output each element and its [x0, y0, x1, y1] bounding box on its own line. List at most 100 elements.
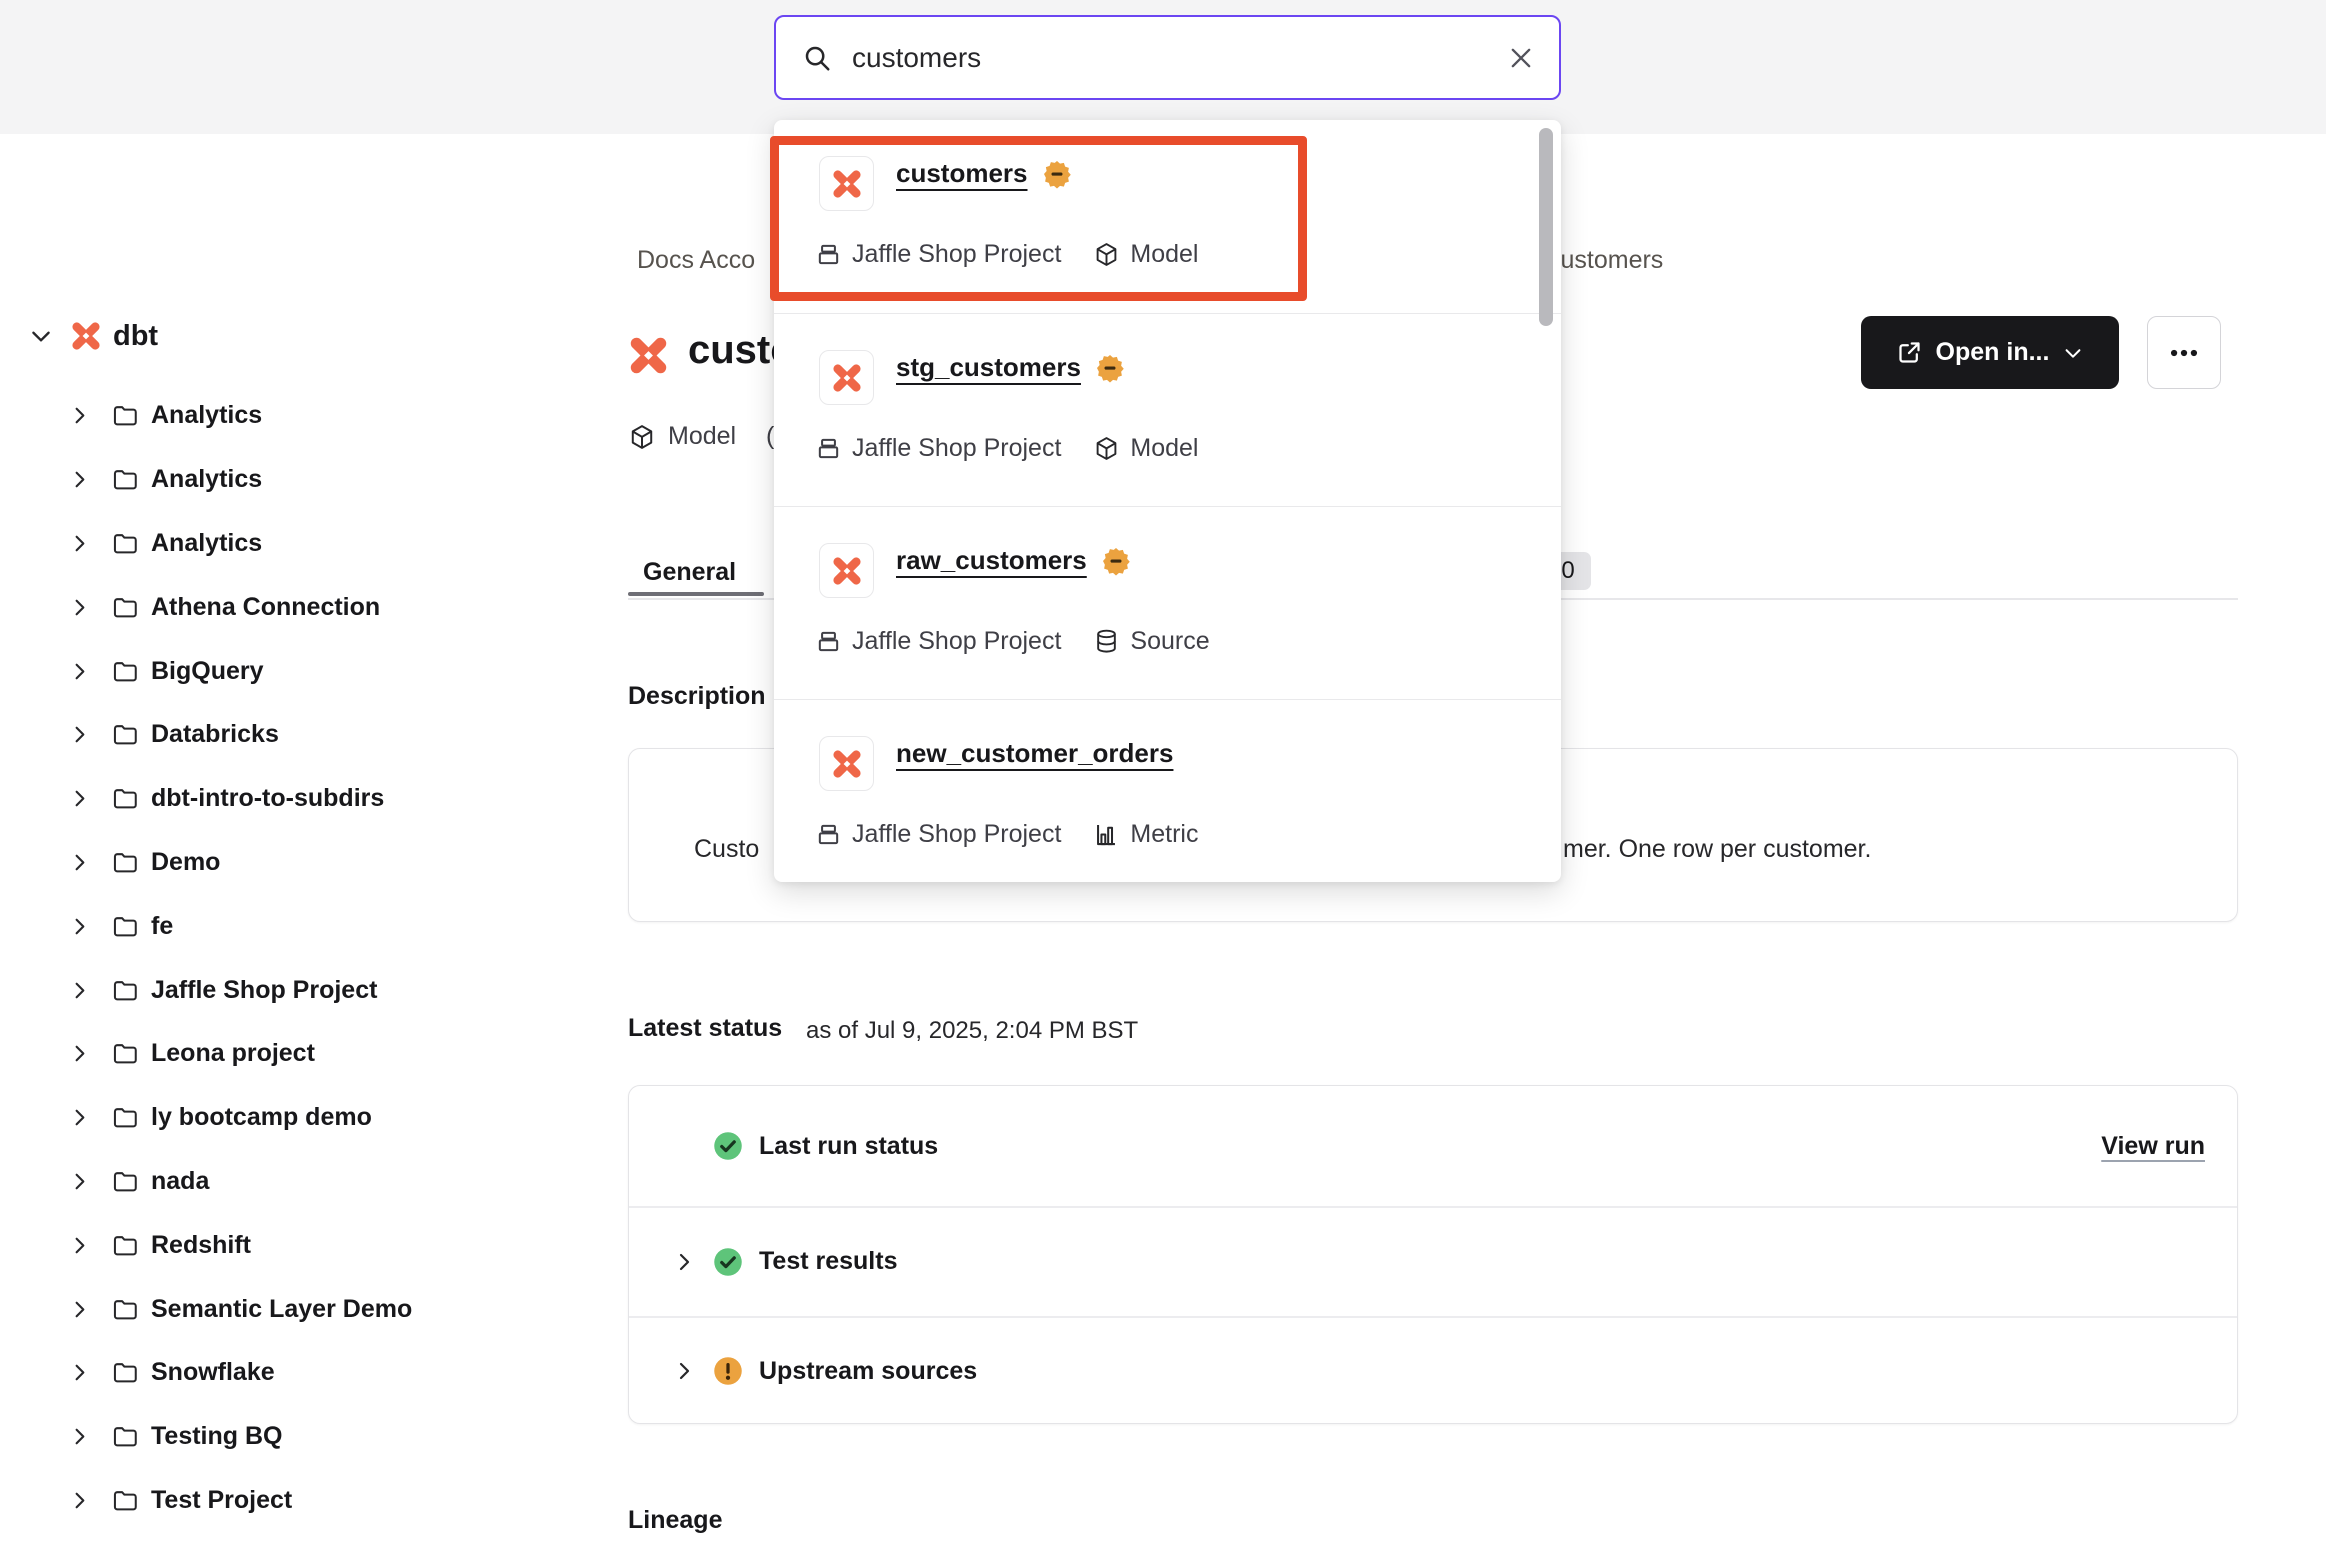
search-result-stg-customers[interactable]: stg_customers Jaffle Shop Project Model: [774, 313, 1561, 506]
dbt-logo-icon: [829, 360, 865, 396]
search-result-new-customer-orders[interactable]: new_customer_orders Jaffle Shop Project …: [774, 699, 1561, 882]
sidebar-item[interactable]: Snowflake: [0, 1341, 545, 1405]
folder-icon: [111, 402, 138, 429]
sidebar-item[interactable]: Leona project: [0, 1022, 545, 1086]
chevron-right-icon[interactable]: [68, 1170, 91, 1193]
sidebar-item[interactable]: fe: [0, 894, 545, 958]
warning-icon: [713, 1356, 743, 1386]
chevron-down-icon[interactable]: [28, 323, 54, 349]
chevron-right-icon[interactable]: [68, 787, 91, 810]
search-result-customers[interactable]: customers Jaffle Shop Project Model: [774, 120, 1561, 313]
folder-icon: [111, 977, 138, 1004]
sidebar-item[interactable]: Test Project: [0, 1469, 545, 1533]
medallion-badge-icon: [1042, 159, 1072, 189]
result-name-link[interactable]: new_customer_orders: [896, 738, 1173, 769]
upstream-sources-row[interactable]: Upstream sources: [629, 1317, 2237, 1425]
chevron-right-icon[interactable]: [672, 1250, 696, 1274]
dbt-logo-icon: [829, 553, 865, 589]
chevron-right-icon[interactable]: [68, 468, 91, 491]
sidebar-item[interactable]: Analytics: [0, 448, 545, 512]
sidebar-item[interactable]: dbt-intro-to-subdirs: [0, 767, 545, 831]
chevron-right-icon[interactable]: [672, 1359, 696, 1383]
resource-type-row: Model: [628, 422, 736, 451]
result-name-link[interactable]: stg_customers: [896, 352, 1081, 383]
chevron-right-icon[interactable]: [68, 1234, 91, 1257]
breadcrumb: Docs Acco: [637, 246, 755, 275]
dropdown-scrollbar[interactable]: [1539, 128, 1553, 326]
folder-icon: [111, 1104, 138, 1131]
sidebar-item[interactable]: Testing BQ: [0, 1405, 545, 1469]
result-type: Model: [1130, 434, 1198, 463]
chevron-right-icon[interactable]: [68, 660, 91, 683]
model-cube-icon: [628, 423, 656, 451]
sidebar-item[interactable]: BigQuery: [0, 639, 545, 703]
sidebar-item-label: Databricks: [151, 720, 279, 749]
sidebar-item[interactable]: Analytics: [0, 384, 545, 448]
chevron-right-icon[interactable]: [68, 1425, 91, 1448]
sidebar-item[interactable]: UI refresh project: [0, 1532, 545, 1554]
sidebar-item-label: Athena Connection: [151, 593, 380, 622]
open-in-label: Open in...: [1936, 338, 2050, 367]
search-icon: [802, 43, 832, 73]
more-actions-button[interactable]: [2147, 316, 2221, 389]
test-results-row[interactable]: Test results: [629, 1207, 2237, 1316]
chevron-right-icon[interactable]: [68, 1489, 91, 1512]
open-in-button[interactable]: Open in...: [1861, 316, 2119, 389]
ellipsis-icon: [2167, 336, 2201, 370]
folder-icon: [111, 658, 138, 685]
sidebar-item-label: Semantic Layer Demo: [151, 1295, 412, 1324]
project-icon: [815, 241, 842, 268]
description-text-fragment-right: mer. One row per customer.: [1563, 835, 1871, 864]
sidebar-item-label: BigQuery: [151, 657, 264, 686]
folder-icon: [111, 1296, 138, 1323]
sidebar-item[interactable]: ly bootcamp demo: [0, 1086, 545, 1150]
sidebar-item[interactable]: nada: [0, 1150, 545, 1214]
folder-icon: [111, 1487, 138, 1514]
sidebar-root-dbt[interactable]: dbt: [0, 312, 545, 360]
source-database-icon: [1093, 628, 1120, 655]
sidebar-item[interactable]: Redshift: [0, 1213, 545, 1277]
chevron-right-icon[interactable]: [68, 723, 91, 746]
chevron-right-icon[interactable]: [68, 404, 91, 427]
chevron-right-icon[interactable]: [68, 915, 91, 938]
chevron-right-icon[interactable]: [68, 1042, 91, 1065]
sidebar-item[interactable]: Athena Connection: [0, 575, 545, 639]
close-icon[interactable]: [1507, 44, 1535, 72]
folder-icon: [111, 913, 138, 940]
result-name-link[interactable]: raw_customers: [896, 545, 1087, 576]
latest-status-heading: Latest status: [628, 1014, 782, 1043]
sidebar-item[interactable]: Semantic Layer Demo: [0, 1277, 545, 1341]
folder-icon: [111, 849, 138, 876]
status-row-label: Test results: [759, 1247, 897, 1276]
chevron-right-icon[interactable]: [68, 1361, 91, 1384]
global-search-bar[interactable]: [774, 15, 1561, 100]
chevron-right-icon[interactable]: [68, 851, 91, 874]
search-results-dropdown: customers Jaffle Shop Project Model stg_…: [774, 120, 1561, 882]
sidebar-item-label: Analytics: [151, 465, 262, 494]
folder-icon: [111, 466, 138, 493]
medallion-badge-icon: [1101, 546, 1131, 576]
search-input[interactable]: [852, 42, 1507, 74]
sidebar-item[interactable]: Jaffle Shop Project: [0, 958, 545, 1022]
sidebar-item[interactable]: Demo: [0, 831, 545, 895]
sidebar-item[interactable]: Analytics: [0, 512, 545, 576]
tab-general[interactable]: General: [643, 558, 736, 587]
result-meta: Jaffle Shop Project Model: [815, 434, 1198, 463]
breadcrumb-current: customers: [1548, 246, 1663, 275]
chevron-right-icon[interactable]: [68, 1298, 91, 1321]
sidebar-item-label: Test Project: [151, 1486, 292, 1515]
success-check-icon: [713, 1247, 743, 1277]
chevron-right-icon[interactable]: [68, 596, 91, 619]
sidebar-item[interactable]: Databricks: [0, 703, 545, 767]
folder-icon: [111, 1168, 138, 1195]
view-run-link[interactable]: View run: [2101, 1132, 2205, 1161]
chevron-right-icon[interactable]: [68, 979, 91, 1002]
chevron-right-icon[interactable]: [68, 1106, 91, 1129]
status-row-label: Upstream sources: [759, 1357, 977, 1386]
result-name-link[interactable]: customers: [896, 158, 1028, 189]
dbt-logo-icon: [829, 166, 865, 202]
search-result-raw-customers[interactable]: raw_customers Jaffle Shop Project Source: [774, 506, 1561, 699]
chevron-right-icon[interactable]: [68, 532, 91, 555]
folder-icon: [111, 785, 138, 812]
sidebar-item-label: dbt-intro-to-subdirs: [151, 784, 384, 813]
